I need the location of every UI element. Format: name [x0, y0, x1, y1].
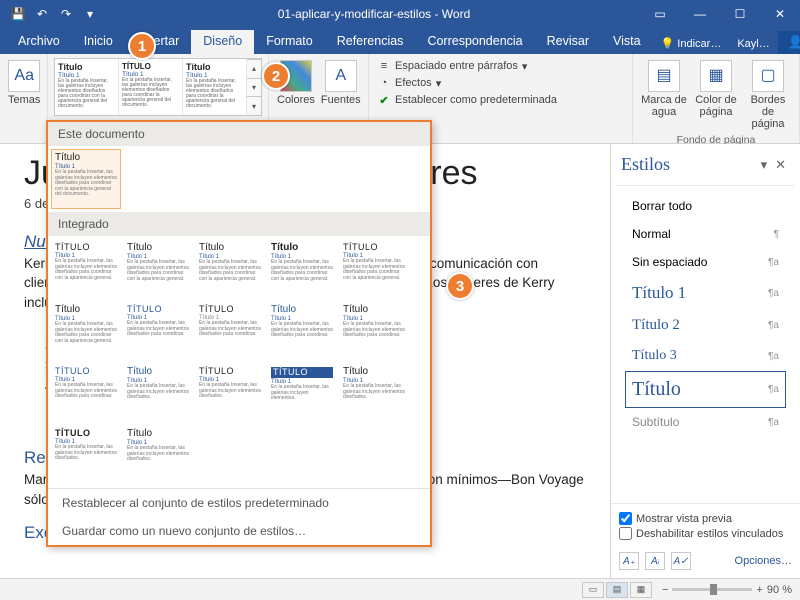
style-set-thumb[interactable]: TítuloTítulo 1En la pestaña Insertar, la… — [267, 239, 337, 299]
style-set-thumb[interactable]: TítuloTítulo 1En la pestaña Insertar, la… — [51, 301, 121, 361]
styles-pane-title: Estilos — [621, 154, 757, 175]
callout-3: 3 — [446, 272, 474, 300]
page-borders-button[interactable]: ▢Bordes de página — [743, 58, 793, 132]
style-item-h1[interactable]: Título 1¶a — [625, 276, 786, 310]
style-set-thumb[interactable]: TÍTULOTítulo 1En la pestaña Insertar, la… — [195, 301, 265, 361]
reset-styleset-item[interactable]: Restablecer al conjunto de estilos prede… — [48, 489, 430, 517]
style-set-dropdown: Este documento TítuloTítulo 1En la pesta… — [46, 120, 432, 547]
tab-archivo[interactable]: Archivo — [6, 30, 72, 54]
style-item-nospacing[interactable]: Sin espaciado¶a — [625, 248, 786, 276]
style-set-thumb[interactable]: TÍTULOTítulo 1En la pestaña Insertar, la… — [51, 425, 121, 485]
undo-icon[interactable]: ↶ — [32, 4, 52, 24]
ribbon-tabs: Archivo Inicio Insertar Diseño Formato R… — [0, 28, 800, 54]
callout-1: 1 — [128, 32, 156, 60]
tab-inicio[interactable]: Inicio — [72, 30, 125, 54]
style-set-thumb[interactable]: TítuloTítulo 1En la pestaña Insertar, la… — [51, 149, 121, 209]
view-switcher: ▭ ▤ ▦ — [582, 582, 652, 598]
style-item-h3[interactable]: Título 3¶a — [625, 341, 786, 371]
save-icon[interactable]: 💾 — [8, 4, 28, 24]
manage-styles-icon[interactable]: A✓ — [671, 552, 691, 570]
themes-icon: Aa — [8, 60, 40, 92]
disable-linked-checkbox[interactable]: Deshabilitar estilos vinculados — [619, 527, 792, 540]
check-icon: ✔ — [377, 93, 391, 107]
fonts-button[interactable]: AFuentes — [319, 58, 363, 108]
effects-icon: ◔ — [377, 76, 391, 90]
zoom-in-icon[interactable]: + — [756, 584, 762, 596]
tell-me[interactable]: 💡Indicar… — [653, 33, 730, 54]
style-set-thumb[interactable]: TÍTULOTítulo 1En la pestaña Insertar, la… — [123, 301, 193, 361]
effects-button[interactable]: ◔Efectos▾ — [375, 75, 559, 91]
new-style-icon[interactable]: A₊ — [619, 552, 639, 570]
callout-2: 2 — [262, 62, 290, 90]
tab-referencias[interactable]: Referencias — [325, 30, 416, 54]
page-color-button[interactable]: ▦Color de página — [691, 58, 741, 120]
status-bar: ▭ ▤ ▦ − + 90 % — [0, 578, 800, 600]
maximize-icon[interactable]: ☐ — [720, 0, 760, 28]
style-item-normal[interactable]: Normal¶ — [625, 220, 786, 248]
gallery-more-button[interactable]: ▴▾▾ — [247, 59, 261, 115]
close-icon[interactable]: ✕ — [760, 0, 800, 28]
style-item-title[interactable]: Título¶a — [625, 371, 786, 408]
title-bar: 💾 ↶ ↷ ▾ 01-aplicar-y-modificar-estilos -… — [0, 0, 800, 28]
watermark-icon: ▤ — [648, 60, 680, 92]
fonts-icon: A — [325, 60, 357, 92]
style-item-h2[interactable]: Título 2¶a — [625, 310, 786, 341]
page-color-icon: ▦ — [700, 60, 732, 92]
share-button[interactable]: 👤Compartir — [778, 31, 800, 54]
dropdown-section-current: Este documento — [48, 122, 430, 146]
tab-revisar[interactable]: Revisar — [535, 30, 601, 54]
ribbon-display-icon[interactable]: ▭ — [640, 0, 680, 28]
style-set-thumb[interactable]: TítuloTítulo 1En la pestaña Insertar, la… — [123, 363, 193, 423]
zoom-slider[interactable] — [672, 588, 752, 591]
tab-diseno[interactable]: Diseño — [191, 30, 254, 54]
share-icon: 👤 — [788, 35, 800, 50]
styles-list: Borrar todo Normal¶ Sin espaciado¶a Títu… — [617, 185, 794, 503]
spacing-icon: ≡ — [377, 59, 391, 73]
window-title: 01-aplicar-y-modificar-estilos - Word — [108, 7, 640, 21]
style-set-gallery[interactable]: TítuloTítulo 1En la pestaña Insertar, la… — [54, 58, 262, 116]
style-item-subtitle[interactable]: Subtítulo¶a — [625, 408, 786, 436]
paragraph-spacing-button[interactable]: ≡Espaciado entre párrafos▾ — [375, 58, 559, 74]
minimize-icon[interactable]: — — [680, 0, 720, 28]
style-set-thumb[interactable]: TÍTULOTítulo 1En la pestaña Insertar, la… — [195, 363, 265, 423]
print-layout-icon[interactable]: ▤ — [606, 582, 628, 598]
style-item-clear[interactable]: Borrar todo — [625, 192, 786, 220]
style-set-thumb[interactable]: TítuloTítulo 1En la pestaña Insertar, la… — [267, 301, 337, 361]
read-mode-icon[interactable]: ▭ — [582, 582, 604, 598]
bulb-icon: 💡 — [661, 37, 675, 50]
pane-options-icon[interactable]: ▾ — [757, 157, 772, 173]
styles-pane: Estilos ▾ ✕ Borrar todo Normal¶ Sin espa… — [610, 144, 800, 578]
style-set-thumb[interactable]: TítuloTítulo 1En la pestaña Insertar, la… — [123, 425, 193, 485]
style-set-thumb[interactable]: TítuloTítulo 1En la pestaña Insertar, la… — [339, 301, 409, 361]
style-set-thumb[interactable]: TÍTULOTítulo 1En la pestaña Insertar, la… — [51, 239, 121, 299]
style-set-thumb[interactable]: TítuloTítulo 1En la pestaña Insertar, la… — [51, 363, 121, 423]
pane-close-icon[interactable]: ✕ — [771, 157, 790, 173]
set-default-button[interactable]: ✔Establecer como predeterminada — [375, 92, 559, 108]
user-name[interactable]: Kayl… — [729, 34, 777, 54]
tab-correspondencia[interactable]: Correspondencia — [415, 30, 534, 54]
page-borders-icon: ▢ — [752, 60, 784, 92]
style-set-thumb[interactable]: TÍTULOTítulo 1En la pestaña Insertar, la… — [339, 239, 409, 299]
tab-formato[interactable]: Formato — [254, 30, 325, 54]
style-set-thumb[interactable]: TítuloTítulo 1En la pestaña Insertar, la… — [195, 239, 265, 299]
style-set-thumb[interactable]: TítuloTítulo 1En la pestaña Insertar, la… — [123, 239, 193, 299]
tab-vista[interactable]: Vista — [601, 30, 653, 54]
qat-more-icon[interactable]: ▾ — [80, 4, 100, 24]
web-layout-icon[interactable]: ▦ — [630, 582, 652, 598]
preview-checkbox[interactable]: Mostrar vista previa — [619, 512, 792, 525]
save-styleset-item[interactable]: Guardar como un nuevo conjunto de estilo… — [48, 517, 430, 545]
zoom-level[interactable]: 90 % — [767, 584, 792, 596]
style-set-thumb[interactable]: TítuloTítulo 1En la pestaña Insertar, la… — [339, 363, 409, 423]
zoom-out-icon[interactable]: − — [662, 584, 668, 596]
watermark-button[interactable]: ▤Marca de agua — [639, 58, 689, 120]
dropdown-section-builtin: Integrado — [48, 212, 430, 236]
redo-icon[interactable]: ↷ — [56, 4, 76, 24]
styles-options-link[interactable]: Opciones… — [697, 555, 792, 567]
style-set-thumb[interactable]: TÍTULOTítulo 1En la pestaña Insertar, la… — [267, 363, 337, 423]
themes-button[interactable]: AaTemas — [6, 58, 42, 108]
style-inspector-icon[interactable]: Aᵢ — [645, 552, 665, 570]
